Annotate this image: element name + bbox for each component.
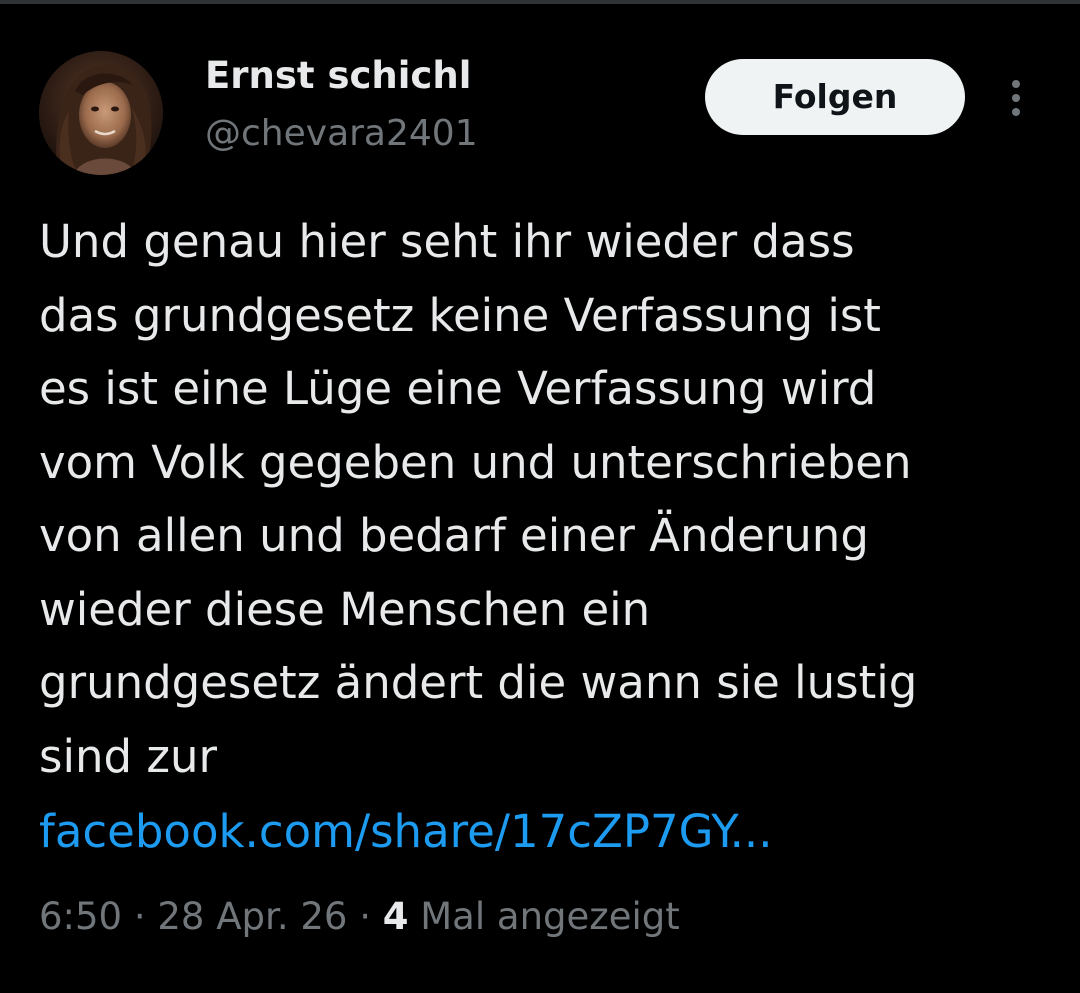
views-count: 4 [382, 895, 409, 938]
tweet-time[interactable]: 6:50 [39, 895, 122, 938]
tweet: Ernst schichl @chevara2401 Folgen Und ge… [0, 0, 1080, 993]
meta-separator: · [122, 895, 158, 938]
tweet-date[interactable]: 28 Apr. 26 [157, 895, 347, 938]
more-options-button[interactable] [996, 74, 1036, 122]
tweet-link[interactable]: facebook.com/share/17cZP7GY... [39, 795, 773, 869]
avatar-image [39, 51, 163, 175]
avatar[interactable] [39, 51, 163, 175]
more-vertical-icon [1012, 80, 1020, 116]
author-handle[interactable]: @chevara2401 [205, 109, 478, 159]
views-label: Mal angezeigt [408, 895, 680, 938]
tweet-meta: 6:50 · 28 Apr. 26 · 4 Mal angezeigt [39, 890, 680, 944]
meta-separator: · [347, 895, 383, 938]
author-display-name[interactable]: Ernst schichl [205, 50, 471, 102]
tweet-text: Und genau hier seht ihr wieder dass das … [39, 215, 918, 783]
follow-button[interactable]: Folgen [705, 59, 965, 135]
